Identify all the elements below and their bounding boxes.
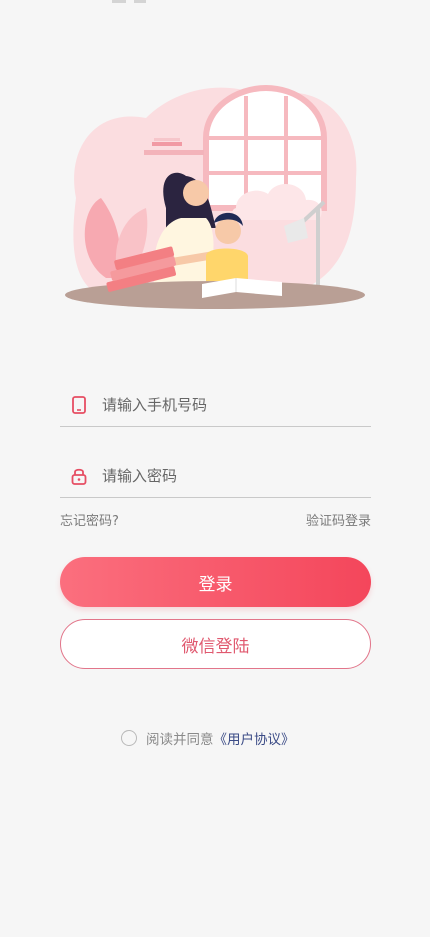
wechat-login-button[interactable]: 微信登陆: [60, 619, 371, 669]
agreement-row: 阅读并同意 《用户协议》: [121, 728, 295, 748]
phone-icon: [70, 396, 88, 414]
password-field[interactable]: [60, 455, 371, 498]
phone-field[interactable]: [60, 384, 371, 427]
status-fragment-icon: [112, 0, 146, 3]
password-input[interactable]: [102, 467, 342, 485]
user-agreement-link[interactable]: 《用户协议》: [214, 728, 295, 748]
lock-icon: [70, 467, 88, 485]
forgot-password-link[interactable]: 忘记密码?: [60, 510, 119, 529]
sms-login-link[interactable]: 验证码登录: [306, 510, 371, 529]
login-button[interactable]: 登录: [60, 557, 371, 607]
agreement-text: 阅读并同意: [146, 732, 214, 748]
phone-input[interactable]: [102, 396, 342, 414]
mother-child-studying-illustration: [65, 84, 365, 309]
agreement-radio[interactable]: [121, 730, 137, 746]
